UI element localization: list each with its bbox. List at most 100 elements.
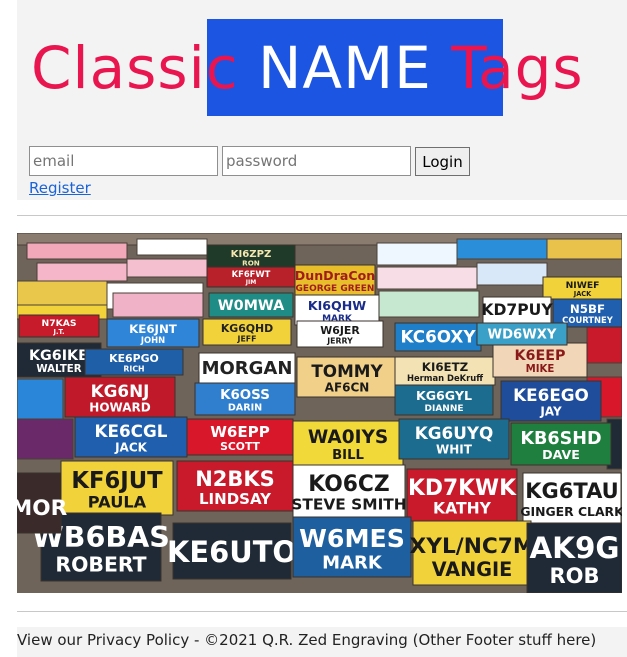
name-tag: KG6UYQWHIT: [398, 418, 510, 460]
title-part: c: [205, 34, 239, 102]
name-tag-name: JEFF: [237, 334, 257, 343]
name-tag: KE6JNTJOHN: [106, 318, 200, 348]
background-tag: [17, 378, 64, 420]
name-tag-name: VANGIE: [432, 558, 512, 581]
name-tag-callsign: KI6QHW: [308, 298, 366, 313]
footer: View our Privacy Policy - ©2021 Q.R. Zed…: [17, 627, 627, 657]
name-tag-callsign: TOMMY: [311, 361, 383, 381]
name-tag: W6EPPSCOTT: [186, 418, 294, 456]
background-tag: [36, 262, 128, 282]
background-tag: [17, 280, 108, 306]
name-tag: DunDraConGEORGE GREEN: [294, 264, 376, 296]
name-tag-name: RICH: [123, 364, 144, 373]
name-tag-callsign: N2BKS: [195, 467, 275, 491]
name-tag: KO6CZSTEVE SMITH: [291, 464, 407, 518]
name-tag-name: JIM: [245, 279, 256, 286]
name-tags-photo: KI6ZPZRONKF6FWTJIM DunDraConGEORGE GREENW…: [17, 233, 622, 593]
name-tag: KF6FWTJIM: [206, 266, 296, 288]
name-tag-callsign: KB6SHD: [520, 429, 601, 449]
name-tag-callsign: KG6IKB: [29, 348, 89, 364]
name-tag-callsign: KG6NJ: [91, 381, 150, 401]
background-tag: [136, 238, 208, 256]
name-tag-name: ROB: [549, 564, 599, 588]
name-tag-callsign: W0MWA: [218, 298, 285, 314]
name-tag: N2BKSLINDSAY: [176, 460, 294, 512]
name-tag-callsign: KF6FWT: [232, 269, 271, 279]
name-tag-name: GEORGE GREEN: [296, 284, 375, 294]
name-tag: MOR: [17, 472, 68, 534]
footer-text: View our Privacy Policy - ©2021 Q.R. Zed…: [17, 631, 597, 649]
name-tag-name: DIANNE: [425, 404, 464, 414]
name-tag-name: STEVE SMITH: [291, 496, 406, 514]
title-part: Classi: [31, 34, 206, 102]
name-tag: KF6JUTPAULA: [60, 460, 174, 516]
name-tag: W6JERJERRY: [296, 320, 384, 348]
name-tag-callsign: KD7KWK: [408, 476, 517, 501]
name-tag: AK9GROB: [526, 522, 622, 593]
name-tag: KG6QHDJEFF: [202, 318, 292, 346]
name-tag-name: AF6CN: [325, 380, 370, 394]
name-tag: KE6EGOJAY: [500, 380, 602, 422]
name-tag-callsign: WA0IYS: [308, 427, 388, 448]
email-input[interactable]: [29, 146, 218, 176]
name-tag-name: JAY: [539, 404, 562, 418]
register-link[interactable]: Register: [29, 179, 91, 197]
name-tag-name: HOWARD: [89, 400, 150, 414]
name-tag-callsign: N5BF: [570, 302, 605, 316]
divider: [17, 611, 627, 612]
name-tag-name: WHIT: [436, 442, 473, 456]
name-tag-name: PAULA: [88, 492, 147, 511]
name-tag-callsign: KO6CZ: [308, 472, 389, 497]
name-tag-name: DARIN: [228, 403, 262, 414]
name-tag-callsign: WD6WXY: [488, 327, 557, 342]
name-tag-callsign: MOR: [17, 496, 68, 521]
divider: [17, 215, 627, 216]
name-tag-callsign: W6MES: [299, 524, 405, 553]
title-part: NAME: [238, 34, 452, 102]
name-tag: N7KASJ.T.: [18, 314, 100, 338]
name-tag-callsign: KD7PUY: [481, 301, 553, 319]
name-tag: KI6ETZHerman DeKruff: [394, 356, 496, 386]
name-tag: WD6WXY: [476, 322, 568, 346]
name-tag-callsign: KG6TAU: [525, 479, 618, 503]
name-tag-callsign: XYL/NC7M: [410, 534, 535, 559]
name-tag-callsign: KI6ETZ: [422, 360, 469, 374]
title-part: ags: [478, 34, 584, 102]
name-tag-name: JACK: [573, 290, 592, 298]
name-tag: KB6SHDDAVE: [510, 422, 612, 466]
background-tag: [376, 242, 458, 266]
background-tag: [378, 290, 480, 318]
name-tag-name: LINDSAY: [199, 490, 272, 508]
name-tag-callsign: K6OSS: [220, 388, 270, 403]
name-tag-callsign: KE6UTO: [167, 535, 297, 569]
name-tag-callsign: DunDraCon: [295, 268, 375, 283]
name-tag-name: RON: [242, 259, 260, 268]
name-tag-name: Herman DeKruff: [407, 373, 483, 383]
name-tag-callsign: AK9G: [529, 531, 619, 565]
name-tag: XYL/NC7MVANGIE: [410, 520, 535, 586]
name-tag-callsign: KE6JNT: [129, 322, 177, 336]
name-tag-name: GINGER CLARK: [520, 504, 622, 519]
name-tag: KD7PUY: [481, 296, 553, 324]
name-tag-callsign: KC6OXY: [401, 327, 477, 347]
name-tag: K6OSSDARIN: [194, 382, 296, 416]
site-title: Classic NAME Tags: [31, 28, 584, 108]
name-tag: KC6OXY: [394, 322, 482, 352]
name-tag: MORGAN: [198, 352, 296, 384]
name-tag-name: COURTNEY: [562, 315, 614, 325]
name-tag-callsign: KF6JUT: [71, 468, 163, 494]
title-part: T: [451, 34, 479, 102]
name-tag: NIWEFJACK: [542, 276, 622, 300]
name-tag: K6EEPMIKE: [492, 342, 588, 378]
name-tag: KG6NJHOWARD: [64, 376, 176, 418]
name-tag-name: WALTER: [36, 364, 81, 375]
password-input[interactable]: [222, 146, 411, 176]
background-tag: [476, 262, 548, 286]
background-tag: [376, 266, 478, 290]
login-button[interactable]: Login: [415, 147, 470, 176]
name-tag-callsign: KE6EGO: [513, 385, 589, 405]
name-tag: KD7KWKKATHY: [406, 468, 518, 522]
name-tag-callsign: KE6PGO: [109, 352, 159, 365]
name-tag-name: BILL: [332, 448, 364, 463]
name-tag-callsign: KG6UYQ: [415, 423, 494, 443]
